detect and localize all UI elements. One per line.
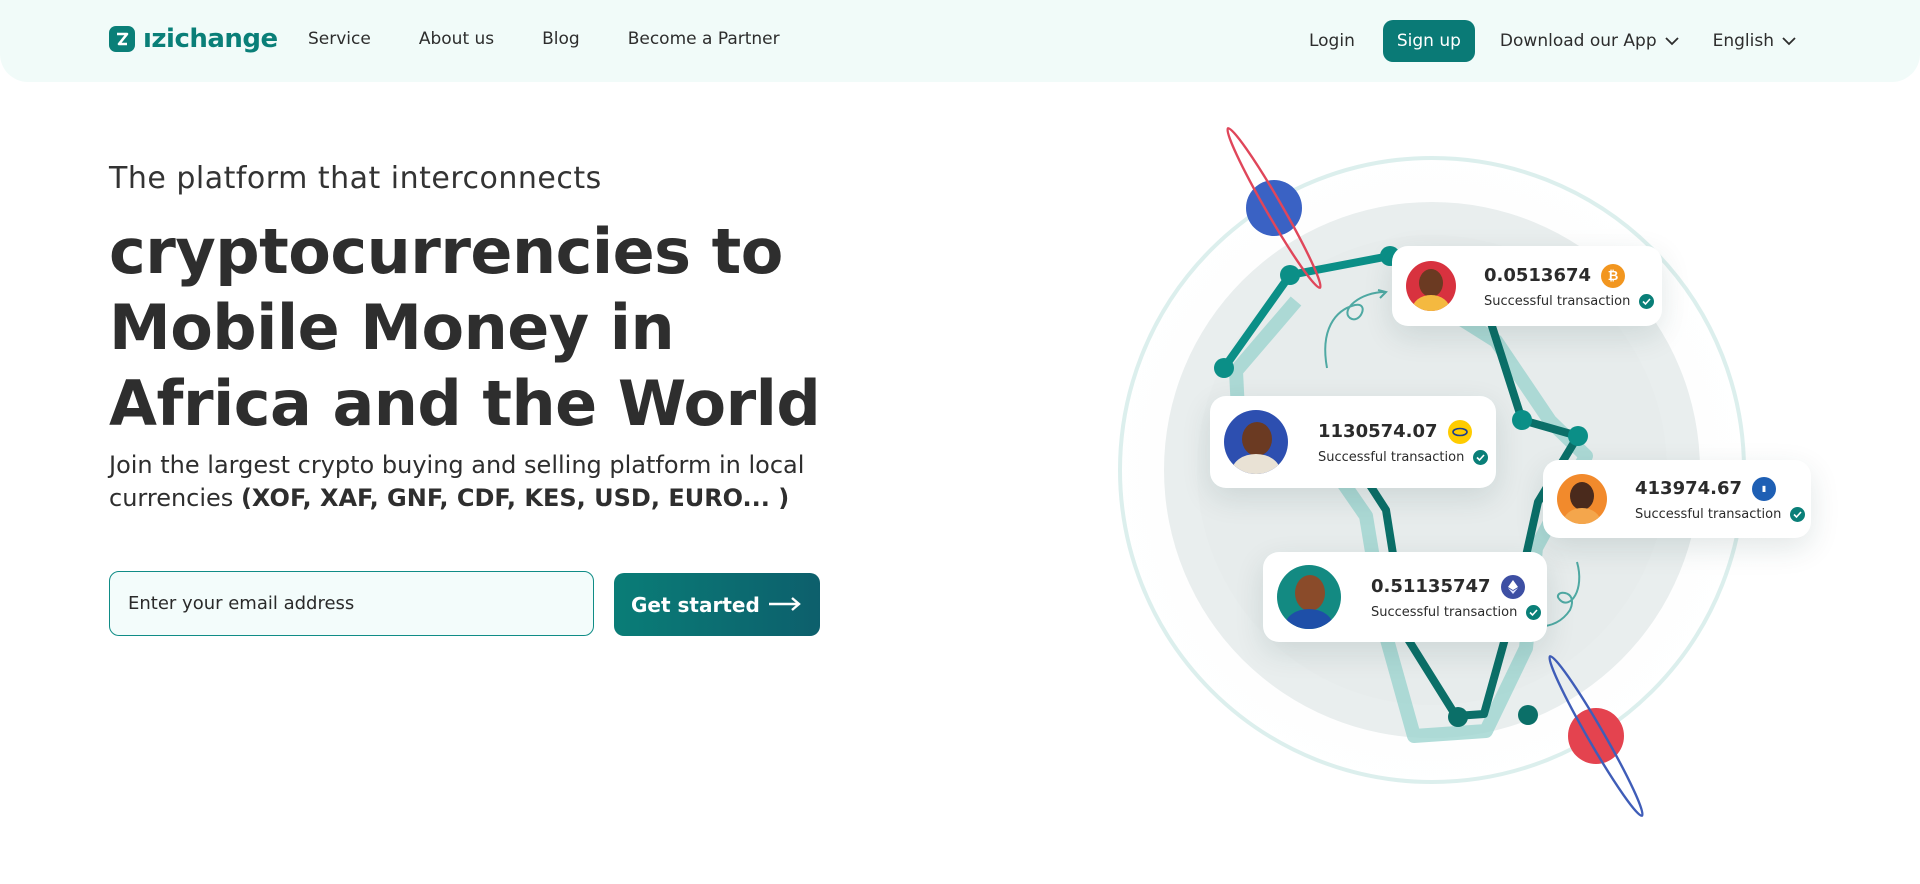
ethereum-icon (1500, 574, 1525, 599)
transaction-card: 0.0513674 ₿ Successful transaction (1392, 246, 1662, 326)
transaction-info: 0.0513674 ₿ Successful transaction (1484, 263, 1655, 309)
nav-about-us[interactable]: About us (419, 29, 494, 49)
hero-title-line: Africa and the World (109, 367, 821, 440)
transaction-info: 1130574.07 Successful transaction (1318, 419, 1489, 465)
download-app-label: Download our App (1499, 31, 1657, 51)
transaction-card: 413974.67 ▮ Successful transaction (1543, 460, 1811, 538)
nav-become-partner[interactable]: Become a Partner (628, 29, 780, 49)
download-app-dropdown[interactable]: Download our App (1500, 31, 1679, 51)
hero-currencies: (XOF, XAF, GNF, CDF, KES, USD, EURO... ) (240, 484, 790, 512)
transaction-status: Successful transaction (1318, 449, 1465, 465)
main-nav: Service About us Blog Become a Partner (308, 29, 828, 49)
transaction-info: 0.51135747 Successful transaction (1371, 574, 1542, 620)
chevron-down-icon (1664, 37, 1679, 46)
avatar (1224, 410, 1288, 474)
hero-subtitle: The platform that interconnects (109, 161, 602, 196)
transaction-status: Successful transaction (1635, 506, 1782, 522)
login-link[interactable]: Login (1309, 31, 1355, 51)
avatar (1406, 261, 1456, 311)
transaction-info: 413974.67 ▮ Successful transaction (1635, 476, 1806, 522)
transaction-amount: 0.51135747 (1371, 576, 1491, 597)
chevron-down-icon (1782, 37, 1796, 46)
navbar: ızichange Service About us Blog Become a… (0, 0, 1920, 82)
hero-title-line: Mobile Money in (109, 291, 675, 364)
hero-title-line: cryptocurrencies to (109, 215, 783, 288)
hero-illustration: 0.0513674 ₿ Successful transaction 11305… (1060, 110, 1920, 840)
language-dropdown[interactable]: English (1713, 31, 1796, 51)
signup-button[interactable]: Sign up (1382, 20, 1475, 62)
check-icon (1790, 506, 1806, 522)
transaction-amount: 0.0513674 (1484, 265, 1592, 286)
bitcoin-icon: ₿ (1601, 263, 1626, 288)
logo-mark-icon (109, 26, 135, 52)
get-started-button[interactable]: Get started (614, 573, 820, 636)
avatar (1557, 474, 1607, 524)
nav-blog[interactable]: Blog (542, 29, 580, 49)
check-icon (1473, 449, 1489, 465)
transaction-amount: 1130574.07 (1318, 421, 1438, 442)
brand-name: ızichange (143, 24, 278, 54)
transaction-card: 1130574.07 Successful transaction (1210, 396, 1496, 488)
arrow-right-icon (769, 597, 801, 611)
nav-actions: Login Sign up Download our App English (1309, 20, 1796, 62)
transaction-amount: 413974.67 (1635, 478, 1743, 499)
language-label: English (1712, 31, 1774, 51)
hero-title: cryptocurrencies to Mobile Money in Afri… (109, 214, 829, 442)
email-input[interactable] (109, 571, 594, 636)
check-icon (1526, 604, 1542, 620)
check-icon (1639, 293, 1655, 309)
transaction-card: 0.51135747 Successful transaction (1263, 552, 1547, 642)
bank-icon: ▮ (1752, 476, 1777, 501)
brand-logo[interactable]: ızichange (109, 24, 278, 54)
transaction-status: Successful transaction (1484, 293, 1631, 309)
transaction-status: Successful transaction (1371, 604, 1518, 620)
get-started-label: Get started (631, 592, 760, 617)
hero-description: Join the largest crypto buying and selli… (109, 449, 829, 515)
avatar (1277, 565, 1341, 629)
mtn-icon (1447, 419, 1472, 444)
nav-service[interactable]: Service (308, 29, 371, 49)
